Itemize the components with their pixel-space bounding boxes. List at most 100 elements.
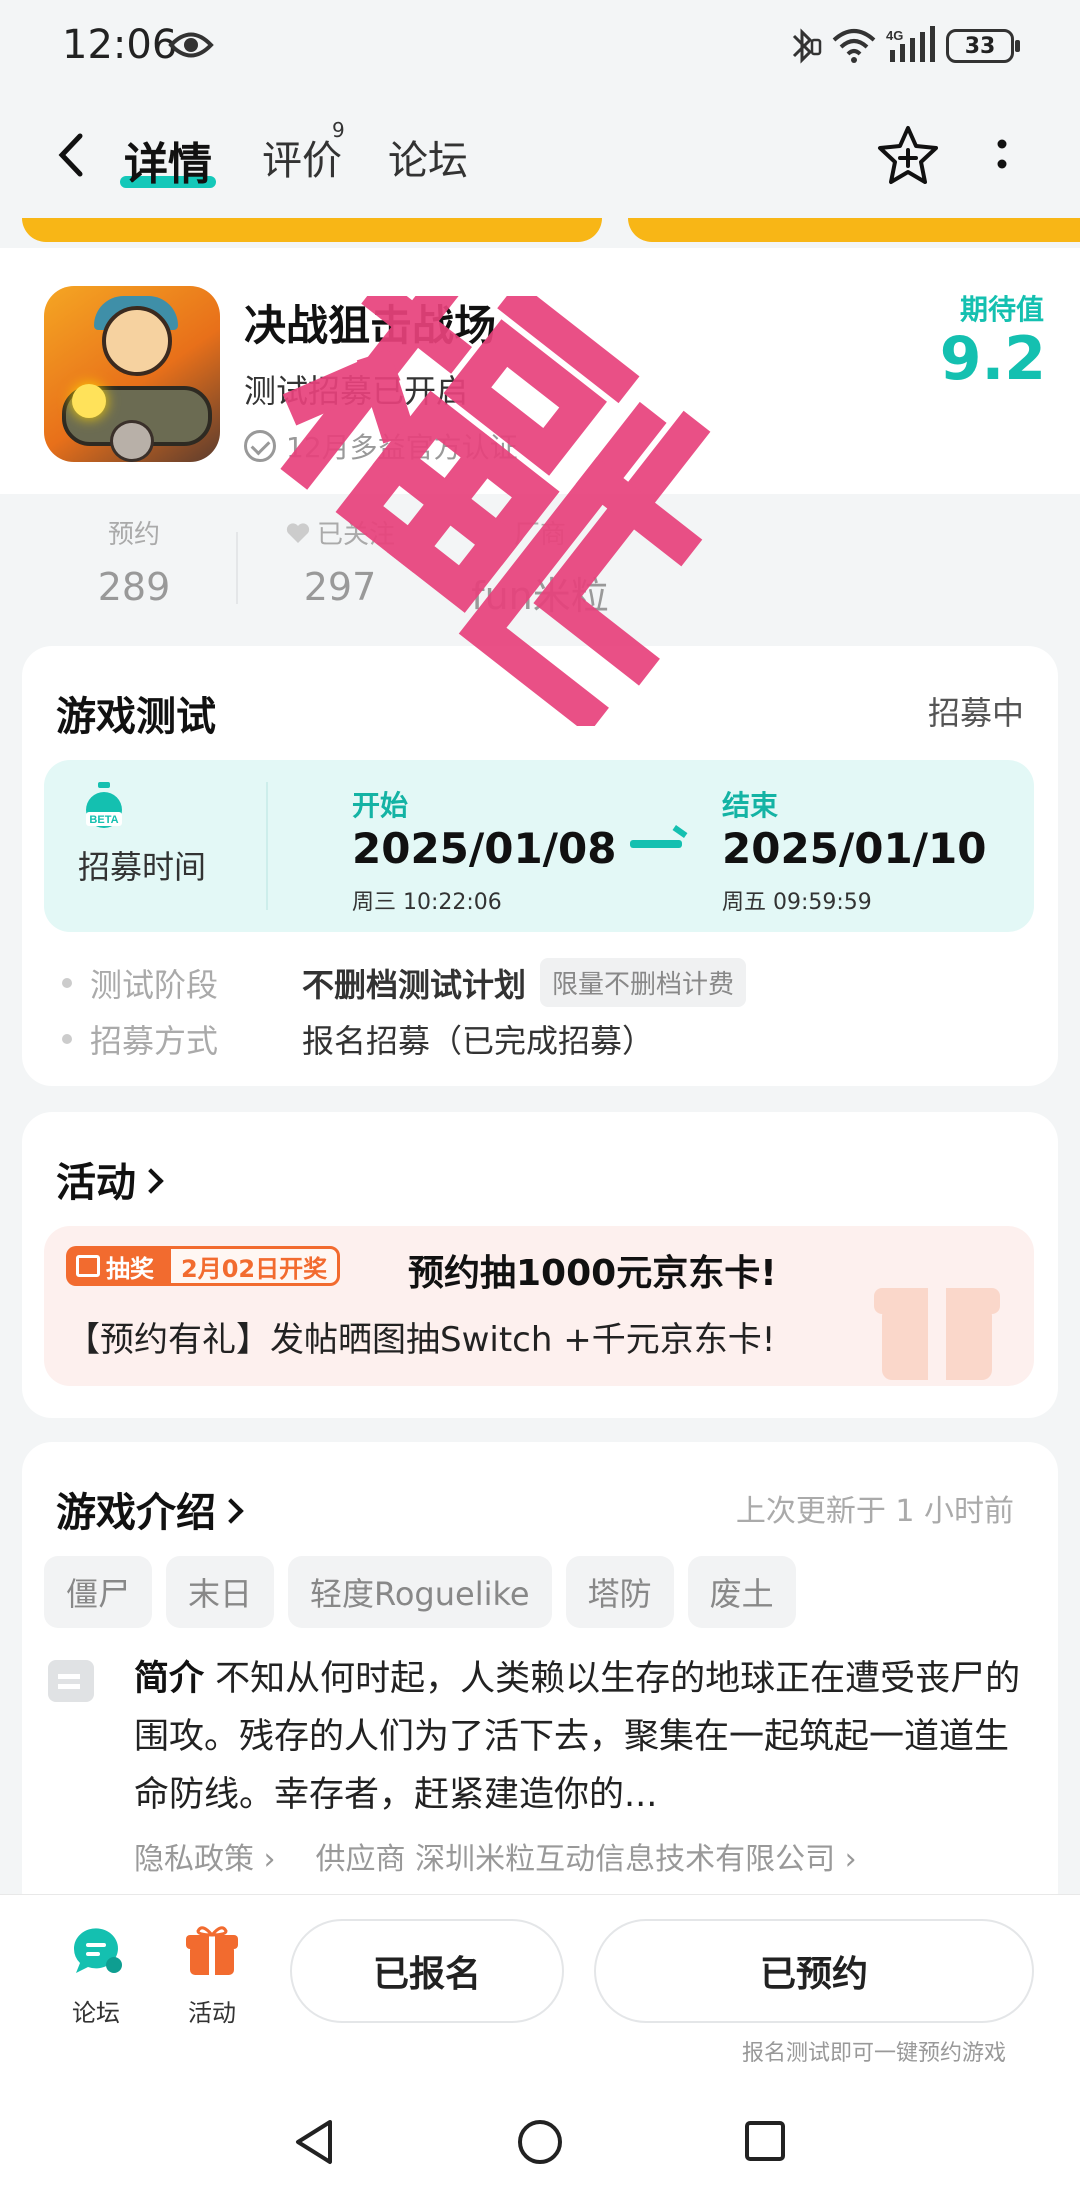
top-nav: 详情 评价 9 论坛: [0, 100, 1080, 212]
end-date: 2025/01/10: [722, 824, 987, 873]
method-value: 报名招募（已完成招募）: [302, 1022, 655, 1060]
updated-time: 上次更新于 1 小时前: [735, 1494, 1014, 1529]
intro-title-link[interactable]: 游戏介绍: [56, 1480, 244, 1538]
badge-draw-label: 抽奖: [106, 1254, 154, 1283]
intro-body: 不知从何时起，人类赖以生存的地球正在遭受丧尸的围攻。残存的人们为了活下去，聚集在…: [134, 1659, 1021, 1815]
expect-value: 9.2: [939, 324, 1046, 394]
end-time: 周五 09:59:59: [722, 890, 872, 915]
nav-home-icon[interactable]: [516, 2118, 564, 2166]
nav-back-icon[interactable]: [292, 2118, 336, 2166]
card-title-test: 游戏测试: [56, 694, 216, 740]
supplier-link[interactable]: 供应商 深圳米粒互动信息技术有限公司 ›: [316, 1834, 857, 1878]
start-time: 周三 10:22:06: [352, 890, 502, 915]
beta-timer-icon: BETA: [86, 782, 122, 828]
star-add-icon[interactable]: [876, 124, 940, 188]
intro-links: 隐私政策 › 供应商 深圳米粒互动信息技术有限公司 ›: [134, 1834, 857, 1878]
phase-tag: 限量不删档计费: [540, 958, 747, 1007]
status-bar: 12:06 4G 33: [0, 0, 1080, 92]
heart-icon: [286, 522, 310, 543]
tab-forum[interactable]: 论坛: [388, 128, 468, 186]
tag-list: 僵尸 末日 轻度Roguelike 塔防 废土: [44, 1556, 796, 1628]
forum-bubble-icon: [73, 1928, 122, 1973]
stat-divider: [236, 532, 238, 604]
status-time: 12:06: [62, 22, 178, 68]
promo-banner[interactable]: 抽奖 2月02日开奖 预约抽1000元京东卡! 【预约有礼】发帖晒图抽Switc…: [44, 1226, 1034, 1386]
reserved-button[interactable]: 已预约: [594, 1919, 1034, 2023]
bluetooth-icon: [792, 28, 822, 64]
stat-value: 289: [97, 565, 171, 609]
eye-icon: [168, 32, 214, 58]
tag-item[interactable]: 废土: [687, 1556, 796, 1628]
intro-card: 游戏介绍 上次更新于 1 小时前 僵尸 末日 轻度Roguelike 塔防 废土…: [22, 1442, 1058, 1922]
privacy-link[interactable]: 隐私政策 ›: [134, 1834, 276, 1878]
expect-label: 期待值: [959, 293, 1044, 326]
chevron-right-icon: [138, 1168, 164, 1194]
start-date: 2025/01/08: [352, 824, 617, 873]
phase-value: 不删档测试计划: [302, 965, 527, 1004]
svg-text:BETA: BETA: [89, 814, 118, 826]
stat-followers[interactable]: 已关注 297: [280, 514, 400, 609]
method-key: 招募方式: [90, 1022, 219, 1060]
reserve-note: 报名测试即可一键预约游戏: [741, 2041, 1006, 2066]
badge-date-label: 2月02日开奖: [168, 1246, 341, 1286]
svg-text:4G: 4G: [886, 28, 903, 43]
game-subtitle: 测试招募已开启: [244, 372, 469, 410]
arrow-icon: [630, 840, 682, 848]
phase-row: 测试阶段 不删档测试计划 限量不删档计费: [62, 958, 747, 1007]
promo-desc: 【预约有礼】发帖晒图抽Switch +千元京东卡!: [66, 1320, 776, 1360]
recruit-status: 招募中: [927, 694, 1024, 732]
stat-value: 297: [303, 565, 377, 609]
recruit-divider: [266, 782, 268, 910]
system-nav-bar: [0, 2074, 1080, 2204]
phase-key: 测试阶段: [90, 965, 219, 1004]
stat-label: 预约: [107, 520, 160, 550]
registered-button[interactable]: 已报名: [290, 1919, 564, 2023]
wifi-icon: [832, 29, 876, 63]
game-test-card: 游戏测试 招募中 BETA 招募时间 开始 2025/01/08 周三 10:2…: [22, 646, 1058, 1086]
start-label: 开始: [352, 789, 409, 822]
battery-icon: 33: [946, 29, 1020, 63]
activity-button[interactable]: 活动: [162, 1923, 262, 2028]
stat-vendor[interactable]: 厂商 fun米粒: [460, 514, 620, 620]
intro-label: 简介: [134, 1659, 205, 1699]
stats-row: 预约 289 已关注 297 厂商 fun米粒: [0, 494, 1080, 634]
recruit-time-box: BETA 招募时间 开始 2025/01/08 周三 10:22:06 结束 2…: [44, 760, 1034, 932]
tag-item[interactable]: 末日: [166, 1556, 275, 1628]
more-vertical-icon[interactable]: [990, 134, 1014, 184]
doc-icon: [48, 1660, 94, 1702]
game-title: 决战狙击战场: [244, 301, 497, 350]
verify-check-icon: [244, 430, 276, 462]
gift-icon: [76, 1255, 100, 1277]
forum-label: 论坛: [72, 1999, 120, 2027]
activity-card: 活动 抽奖 2月02日开奖 预约抽1000元京东卡! 【预约有礼】发帖晒图抽Sw…: [22, 1112, 1058, 1418]
tag-item[interactable]: 轻度Roguelike: [288, 1556, 552, 1628]
signal-icon: 4G: [886, 26, 935, 62]
stat-label: 已关注: [316, 520, 395, 550]
forum-button[interactable]: 论坛: [46, 1923, 146, 2028]
bottom-action-bar: 论坛 活动 已报名 已预约 报名测试即可一键预约游戏: [0, 1894, 1080, 2074]
stat-label: 厂商: [513, 520, 566, 550]
card-title-activity: 活动: [56, 1160, 136, 1206]
stat-reservations: 预约 289: [74, 514, 194, 609]
banner-strip-right: [628, 218, 1080, 242]
activity-title-link[interactable]: 活动: [56, 1150, 164, 1208]
back-arrow-icon[interactable]: [52, 130, 92, 180]
chevron-right-icon: [218, 1498, 244, 1524]
gift-icon: [874, 1288, 1000, 1380]
activity-label: 活动: [188, 1999, 236, 2027]
nav-recent-icon[interactable]: [744, 2120, 786, 2162]
tag-item[interactable]: 僵尸: [44, 1556, 153, 1628]
banner-strip-left: [22, 218, 602, 242]
verify-row: 12月多益官方认证: [244, 426, 518, 466]
intro-text[interactable]: 简介 不知从何时起，人类赖以生存的地球正在遭受丧尸的围攻。残存的人们为了活下去，…: [134, 1650, 1034, 1824]
end-label: 结束: [722, 789, 779, 822]
method-row: 招募方式 报名招募（已完成招募）: [62, 1016, 654, 1062]
verify-text: 12月多益官方认证: [286, 431, 518, 464]
recruit-time-label: 招募时间: [78, 848, 207, 886]
game-icon: [44, 286, 220, 462]
gift-icon: [186, 1926, 238, 1975]
tag-item[interactable]: 塔防: [565, 1556, 674, 1628]
tab-details[interactable]: 详情: [124, 128, 212, 192]
tab-reviews[interactable]: 评价: [262, 128, 342, 186]
lottery-badge: 抽奖 2月02日开奖: [66, 1246, 341, 1286]
